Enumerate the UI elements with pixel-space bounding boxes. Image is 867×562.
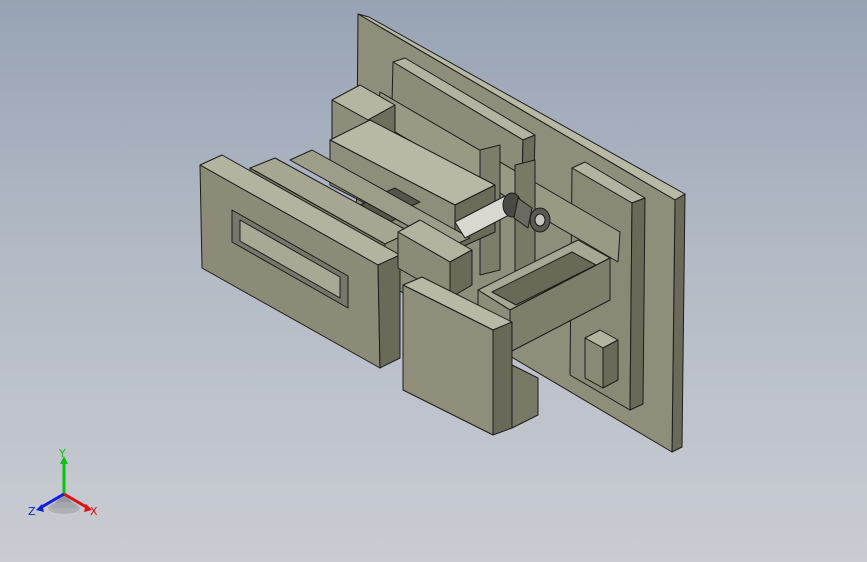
view-orientation-triad[interactable]: Y X Z (22, 448, 112, 528)
triad-base-shadow (48, 502, 80, 514)
machine-assembly-model[interactable] (199, 13, 686, 453)
right-small-block (584, 329, 619, 389)
cad-3d-viewport[interactable] (0, 0, 867, 562)
z-axis-label: Z (28, 505, 36, 518)
x-axis-label: X (90, 505, 98, 518)
y-axis-label: Y (58, 448, 66, 460)
